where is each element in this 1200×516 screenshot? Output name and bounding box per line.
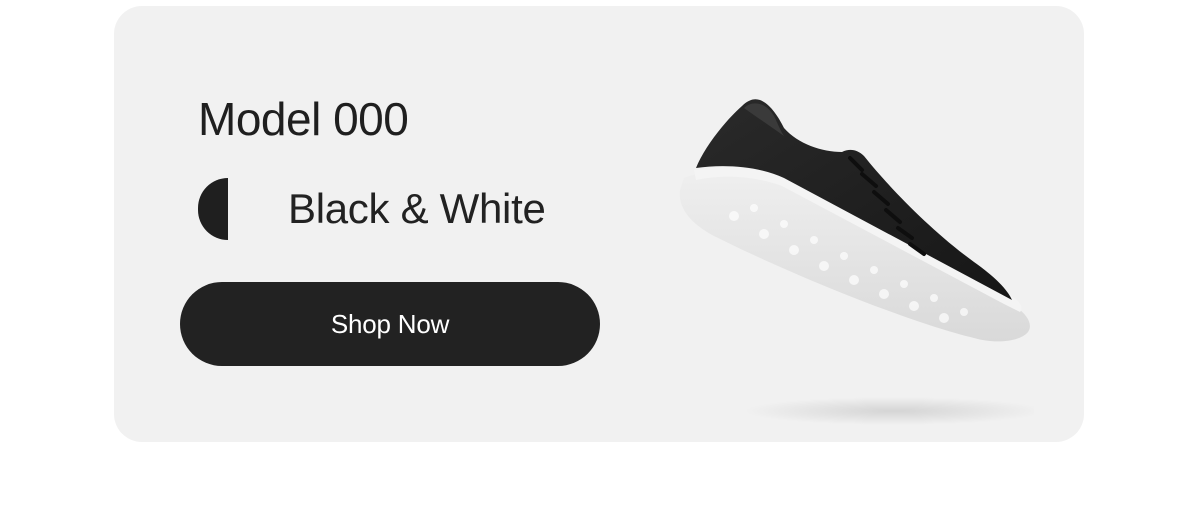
product-card: Model 000 Black & White Shop Now [114,6,1084,442]
color-swatch[interactable] [198,178,228,240]
colorway-row: Black & White [198,178,546,240]
shoe-shadow [744,397,1034,425]
colorway-label: Black & White [288,185,546,232]
product-title: Model 000 [198,93,409,145]
sneaker-image [679,99,1034,425]
shop-now-button[interactable]: Shop Now [180,282,600,366]
